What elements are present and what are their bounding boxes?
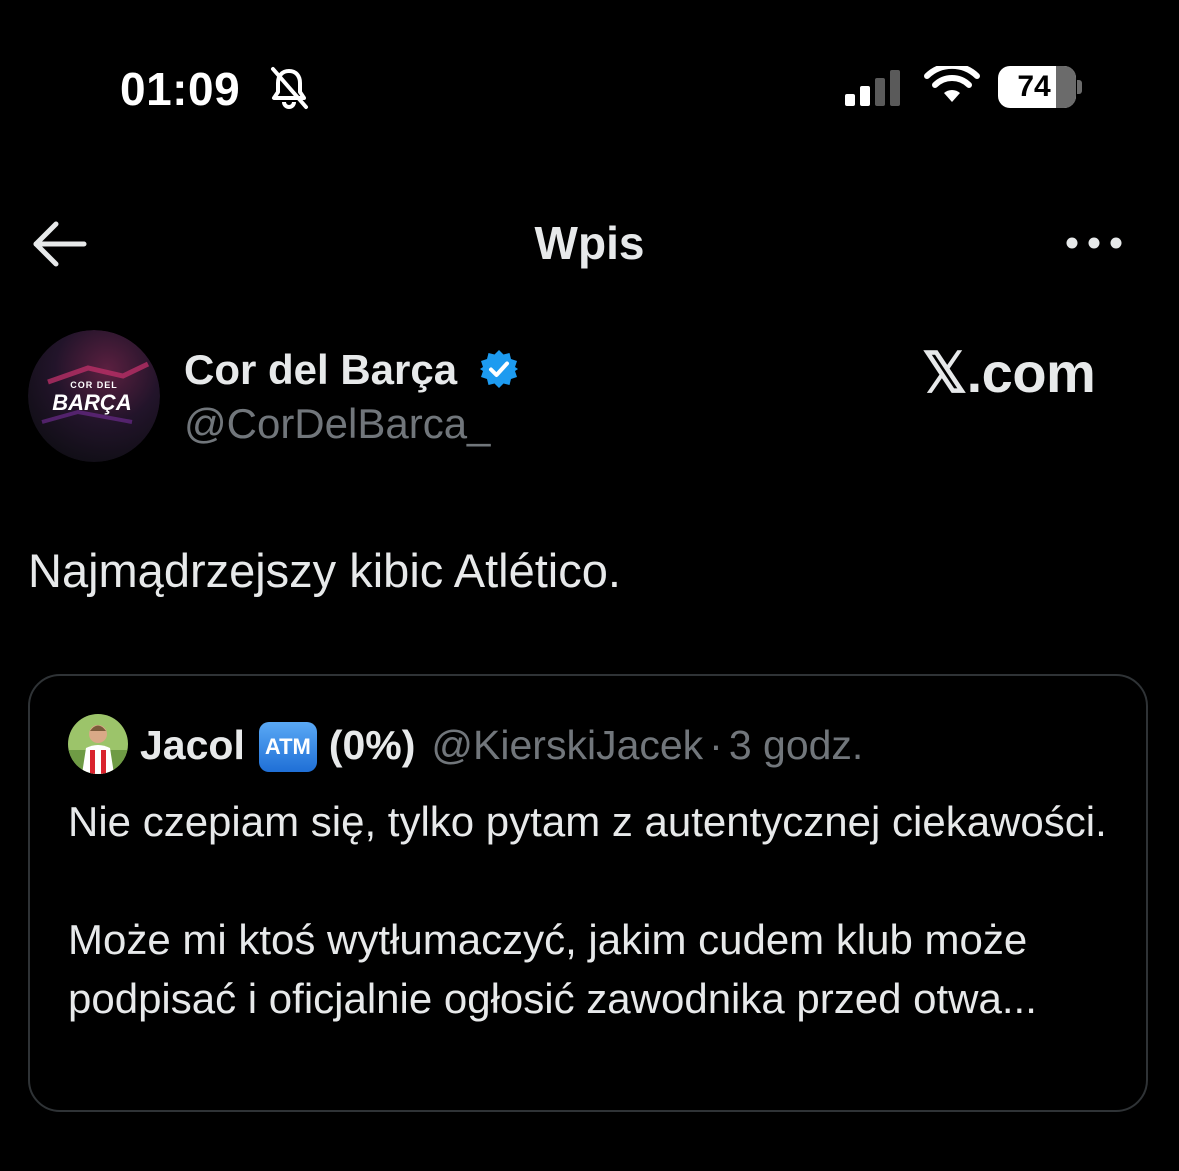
quoted-tweet-body: Nie czepiam się, tylko pytam z autentycz…	[68, 792, 1128, 1028]
author-avatar[interactable]: COR DEL BARÇA	[28, 330, 160, 462]
quoted-timestamp: 3 godz.	[728, 721, 864, 768]
wifi-icon	[924, 66, 980, 102]
quoted-tweet-card[interactable]: Jacol ATM (0%) @KierskiJacek · 3 godz. N…	[28, 674, 1148, 1112]
avatar-logo-main: BARÇA	[52, 390, 131, 415]
avatar-logo-top: COR DEL	[70, 380, 118, 390]
quoted-tweet-header: Jacol ATM (0%) @KierskiJacek · 3 godz.	[140, 720, 864, 772]
tweet-detail-screen: 01:09 74 Wpis COR DEL BARÇA Cor del Barç…	[0, 0, 1179, 1171]
author-name[interactable]: Cor del Barça	[184, 346, 457, 394]
battery-nub	[1077, 80, 1082, 94]
quoted-paragraph-1: Nie czepiam się, tylko pytam z autentycz…	[68, 798, 1107, 845]
bell-off-icon	[271, 67, 308, 109]
tweet-text: Najmądrzejszy kibic Atlético.	[28, 544, 621, 597]
quoted-author-handle[interactable]: @KierskiJacek	[431, 722, 703, 769]
quoted-author-avatar	[68, 714, 128, 774]
verified-badge-icon	[480, 350, 518, 388]
battery-icon: 74	[998, 66, 1076, 108]
more-horizontal-icon	[1066, 237, 1122, 249]
x-watermark: 𝕏.com	[922, 341, 1096, 404]
author-handle[interactable]: @CorDelBarca_	[184, 400, 490, 448]
atm-badge-icon: ATM	[258, 722, 317, 772]
quoted-author-name[interactable]: Jacol	[140, 722, 245, 769]
quoted-author-name-suffix: (0%)	[328, 721, 416, 768]
status-time: 01:09	[120, 63, 241, 115]
cellular-signal-icon	[845, 70, 900, 106]
page-title: Wpis	[534, 217, 645, 269]
quoted-paragraph-2: Może mi ktoś wytłumaczyć, jakim cudem kl…	[68, 916, 1037, 1022]
battery-level-text: 74	[1017, 70, 1051, 103]
quoted-separator: ·	[709, 721, 723, 768]
more-options-button[interactable]	[1062, 225, 1126, 261]
